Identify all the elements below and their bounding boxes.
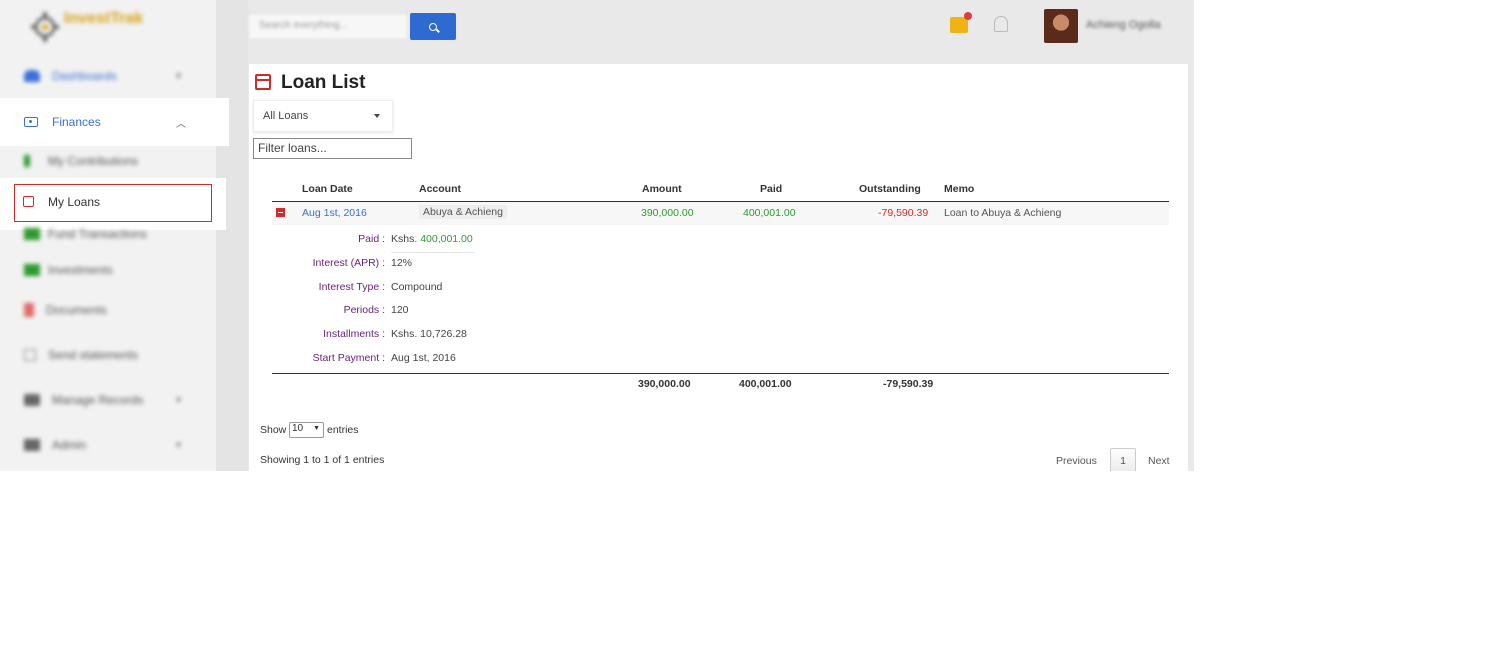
detail-start-payment: Start Payment : Aug 1st, 2016 <box>304 348 474 372</box>
cell-amount: 390,000.00 <box>641 207 694 219</box>
next-button[interactable]: Next <box>1148 455 1170 467</box>
calendar-icon <box>255 74 271 90</box>
total-paid: 400,001.00 <box>739 378 792 390</box>
col-header-account[interactable]: Account <box>419 183 461 195</box>
sidebar-edge <box>216 0 248 471</box>
detail-label: Interest (APR) : <box>312 257 385 269</box>
caret-down-icon <box>374 114 380 118</box>
calendar-icon <box>23 196 34 207</box>
entries-label: entries <box>327 424 359 436</box>
gear-logo-icon <box>31 12 59 42</box>
detail-value: Kshs. 10,726.28 <box>391 328 467 340</box>
chevron-down-icon: ▾ <box>176 394 182 406</box>
search-placeholder: Search everything... <box>259 20 348 31</box>
statement-icon <box>24 349 36 361</box>
top-bar: Search everything... Achieng Ogolla <box>248 0 1194 52</box>
cell-loan-date[interactable]: Aug 1st, 2016 <box>302 207 367 219</box>
col-header-paid[interactable]: Paid <box>760 183 782 195</box>
search-input[interactable]: Search everything... <box>248 13 408 40</box>
page-length-value: 10 <box>292 423 304 434</box>
table-info: Showing 1 to 1 of 1 entries <box>260 454 385 466</box>
sidebar-item-label: My Contributions <box>48 154 139 168</box>
detail-label: Start Payment : <box>312 352 385 364</box>
dashboard-icon <box>24 70 40 82</box>
sidebar-item-dashboards[interactable]: Dashboards ▾ <box>0 56 216 96</box>
sidebar-item-label: Documents <box>46 303 107 317</box>
loan-filter-select[interactable]: All Loans <box>253 100 393 132</box>
detail-label: Periods : <box>343 304 385 316</box>
detail-installments: Installments : Kshs. 10,726.28 <box>304 324 474 348</box>
search-icon <box>429 22 437 31</box>
avatar[interactable] <box>1044 9 1078 43</box>
page-title: Loan List <box>281 72 366 93</box>
sidebar-item-my-loans[interactable]: My Loans <box>14 184 212 222</box>
app-window: InvestTrak Dashboards ▾ Finances ︿ My Co… <box>0 0 1194 471</box>
sidebar-item-investments[interactable]: Investments <box>0 250 216 290</box>
admin-icon <box>24 439 40 451</box>
search-button[interactable] <box>410 13 456 40</box>
footer-divider <box>272 373 1169 374</box>
detail-periods: Periods : 120 <box>304 300 474 324</box>
sidebar-item-finances[interactable]: Finances ︿ <box>0 98 229 146</box>
bell-icon[interactable] <box>994 16 1008 32</box>
sidebar-item-label: Send statements <box>48 348 139 362</box>
collapse-icon[interactable] <box>276 208 285 217</box>
sidebar-item-label: Fund Transactions <box>48 227 147 241</box>
sidebar-item-label: Manage Records <box>52 393 144 407</box>
brand-logo[interactable]: InvestTrak <box>28 8 168 46</box>
detail-value: 12% <box>391 257 413 269</box>
chevron-up-icon: ︿ <box>176 118 186 130</box>
investments-icon <box>24 264 40 276</box>
sidebar-item-label: Finances <box>52 115 101 129</box>
chevron-down-icon: ▾ <box>176 439 182 451</box>
show-label: Show <box>260 424 287 436</box>
sidebar-item-send-statements[interactable]: Send statements <box>0 335 216 375</box>
chevron-down-icon: ▾ <box>176 70 182 82</box>
detail-value: Aug 1st, 2016 <box>391 352 456 364</box>
detail-interest-type: Interest Type : Compound <box>304 277 474 301</box>
cell-account: Abuya & Achieng <box>419 205 507 219</box>
sidebar-item-label: Dashboards <box>52 69 117 83</box>
document-icon <box>24 303 34 317</box>
sidebar-item-admin[interactable]: Admin ▾ <box>0 425 216 465</box>
messages-icon[interactable] <box>950 12 972 33</box>
detail-paid: Paid : Kshs. 400,001.00 <box>304 229 474 253</box>
sidebar-item-documents[interactable]: Documents <box>0 290 216 330</box>
col-header-outstanding[interactable]: Outstanding <box>859 183 921 195</box>
sidebar-item-manage-records[interactable]: Manage Records ▾ <box>0 380 216 420</box>
detail-label: Paid : <box>358 233 385 245</box>
page-1-button[interactable]: 1 <box>1110 448 1136 471</box>
detail-value: 120 <box>391 304 409 316</box>
records-icon <box>24 394 40 406</box>
sidebar-item-label: My Loans <box>48 195 101 209</box>
cell-memo: Loan to Abuya & Achieng <box>944 207 1062 219</box>
loan-list-panel: Loan List All Loans Filter loans... Loan… <box>249 64 1188 471</box>
cell-outstanding: -79,590.39 <box>878 207 929 219</box>
total-amount: 390,000.00 <box>638 378 691 390</box>
previous-button[interactable]: Previous <box>1056 455 1097 467</box>
brand-name: InvestTrak <box>64 10 144 27</box>
contributions-icon <box>24 155 30 167</box>
detail-label: Installments : <box>323 328 385 340</box>
sidebar: InvestTrak Dashboards ▾ Finances ︿ My Co… <box>0 0 248 471</box>
filter-loans-input[interactable]: Filter loans... <box>253 138 412 159</box>
col-header-memo[interactable]: Memo <box>944 183 974 195</box>
page-length-select[interactable]: 10 ▼ <box>289 422 324 438</box>
detail-value: Compound <box>391 281 443 293</box>
col-header-loan-date[interactable]: Loan Date <box>302 183 353 195</box>
total-outstanding: -79,590.39 <box>883 378 934 390</box>
money-icon <box>24 117 38 127</box>
col-header-amount[interactable]: Amount <box>642 183 682 195</box>
sidebar-item-my-contributions[interactable]: My Contributions <box>0 142 216 180</box>
detail-interest-apr: Interest (APR) : 12% <box>304 253 474 277</box>
sidebar-item-label: Admin <box>52 438 87 452</box>
caret-down-icon: ▼ <box>313 425 320 432</box>
user-name[interactable]: Achieng Ogolla <box>1086 19 1161 31</box>
detail-label: Interest Type : <box>318 281 385 293</box>
sidebar-item-label: Investments <box>48 263 113 277</box>
detail-value: Kshs. 400,001.00 <box>391 233 473 245</box>
loan-filter-value: All Loans <box>263 110 309 122</box>
transactions-icon <box>24 228 40 240</box>
cell-paid: 400,001.00 <box>743 207 796 219</box>
